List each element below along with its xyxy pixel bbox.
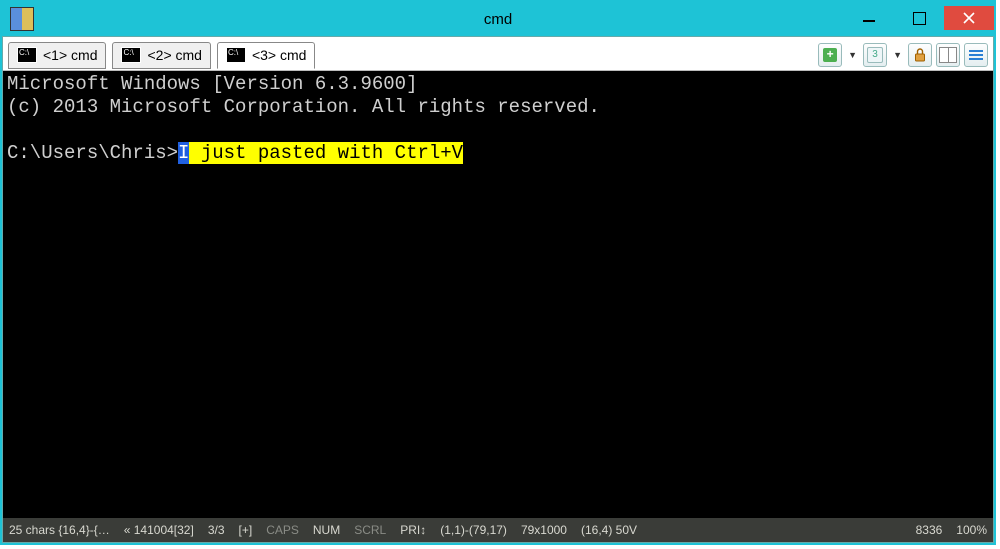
client-area: <1> cmd <2> cmd <3> cmd + ▼ 3 ▼ — [2, 36, 994, 543]
status-encoded: « 141004[32] — [124, 523, 194, 537]
split-button[interactable] — [936, 43, 960, 67]
status-range: (1,1)-(79,17) — [440, 523, 507, 537]
cmd-icon — [226, 47, 246, 63]
new-tab-dropdown[interactable]: ▼ — [846, 50, 859, 60]
titlebar[interactable]: cmd — [2, 2, 994, 36]
menu-button[interactable] — [964, 43, 988, 67]
app-window: cmd <1> cmd <2> cmd <3> cmd + — [0, 0, 996, 545]
status-pid: 8336 — [916, 523, 943, 537]
tab-label: <1> cmd — [43, 47, 97, 63]
lock-button[interactable] — [908, 43, 932, 67]
tab-3[interactable]: <3> cmd — [217, 42, 315, 69]
tab-number-badge[interactable]: 3 — [863, 43, 887, 67]
split-icon — [939, 47, 957, 63]
cmd-icon — [121, 47, 141, 63]
lock-icon — [914, 48, 926, 62]
maximize-button[interactable] — [894, 6, 944, 30]
text-cursor: I — [178, 142, 189, 164]
tab-number-dropdown[interactable]: ▼ — [891, 50, 904, 60]
status-chars: 25 chars {16,4}-{… — [9, 523, 110, 537]
minimize-button[interactable] — [844, 6, 894, 30]
pasted-text: just pasted with Ctrl+V — [189, 142, 463, 164]
toolbar-right: + ▼ 3 ▼ — [818, 43, 988, 67]
status-num: NUM — [313, 523, 340, 537]
status-scrl: SCRL — [354, 523, 386, 537]
tab-bar: <1> cmd <2> cmd <3> cmd + ▼ 3 ▼ — [3, 37, 993, 71]
status-cursor: (16,4) 50V — [581, 523, 637, 537]
cmd-icon — [17, 47, 37, 63]
prompt: C:\Users\Chris> — [7, 142, 178, 164]
console-output[interactable]: Microsoft Windows [Version 6.3.9600] (c)… — [3, 71, 993, 518]
status-dims: 79x1000 — [521, 523, 567, 537]
status-plus: [+] — [239, 523, 253, 537]
tab-2[interactable]: <2> cmd — [112, 42, 210, 69]
tab-label: <2> cmd — [147, 47, 201, 63]
plus-icon: + — [823, 48, 837, 62]
app-icon — [10, 7, 34, 31]
status-page: 3/3 — [208, 523, 225, 537]
status-zoom: 100% — [956, 523, 987, 537]
new-tab-button[interactable]: + — [818, 43, 842, 67]
tab-1[interactable]: <1> cmd — [8, 42, 106, 69]
badge-number: 3 — [867, 47, 883, 63]
status-caps: CAPS — [266, 523, 299, 537]
window-buttons — [844, 6, 994, 32]
close-button[interactable] — [944, 6, 994, 30]
menu-icon — [969, 50, 983, 60]
console-line: (c) 2013 Microsoft Corporation. All righ… — [7, 96, 600, 118]
status-bar: 25 chars {16,4}-{… « 141004[32] 3/3 [+] … — [3, 518, 993, 542]
tab-label: <3> cmd — [252, 47, 306, 63]
console-line: Microsoft Windows [Version 6.3.9600] — [7, 73, 417, 95]
status-pri: PRI↕ — [400, 523, 426, 537]
